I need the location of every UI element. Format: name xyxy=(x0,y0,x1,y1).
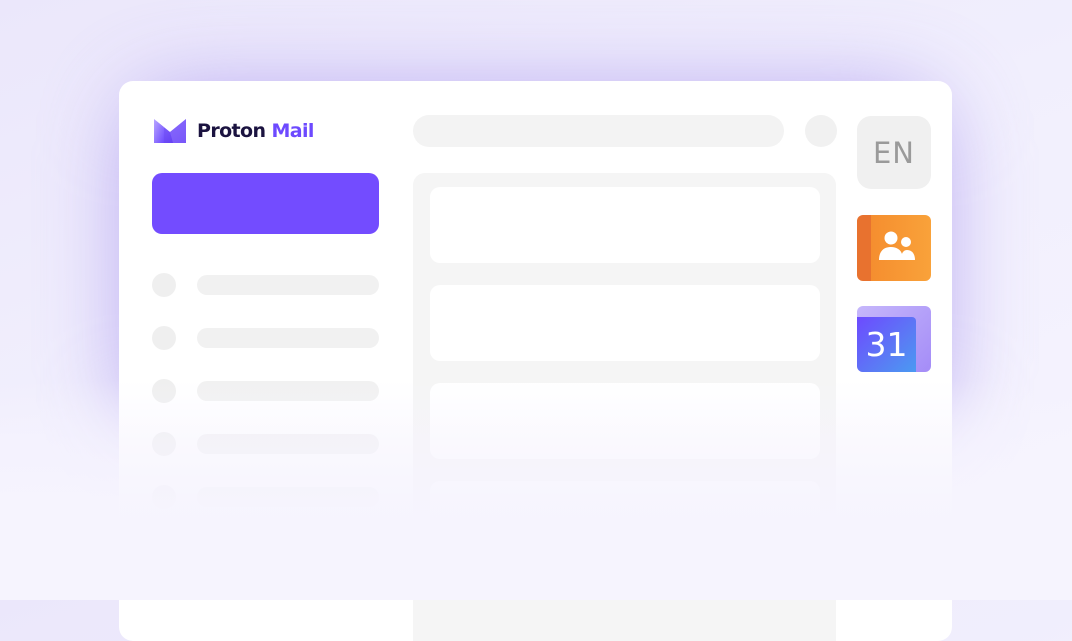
message-card[interactable] xyxy=(430,285,820,361)
language-selector[interactable]: EN xyxy=(857,116,931,189)
sidebar-item-icon xyxy=(152,326,176,350)
message-card[interactable] xyxy=(430,187,820,263)
proton-mail-logo-icon xyxy=(154,119,186,143)
sidebar-item-icon xyxy=(152,273,176,297)
search-bar[interactable] xyxy=(413,115,784,147)
brand-logo[interactable]: Proton Mail xyxy=(153,117,314,145)
contacts-icon xyxy=(879,231,915,260)
brand-name-mail: Mail xyxy=(271,120,314,142)
calendar-app-button[interactable]: 31 xyxy=(857,306,931,372)
sidebar-item[interactable] xyxy=(152,273,379,297)
calendar-day-number: 31 xyxy=(865,325,908,364)
brand-name-proton: Proton xyxy=(197,120,266,142)
user-avatar-button[interactable] xyxy=(805,115,837,147)
contacts-app-button[interactable] xyxy=(857,215,931,281)
sidebar-item-label xyxy=(197,328,379,348)
sidebar-item-label xyxy=(197,275,379,295)
compose-button[interactable] xyxy=(152,173,379,234)
brand-name: Proton Mail xyxy=(197,120,314,142)
sidebar-item[interactable] xyxy=(152,326,379,350)
bottom-fade-overlay xyxy=(0,380,1072,600)
